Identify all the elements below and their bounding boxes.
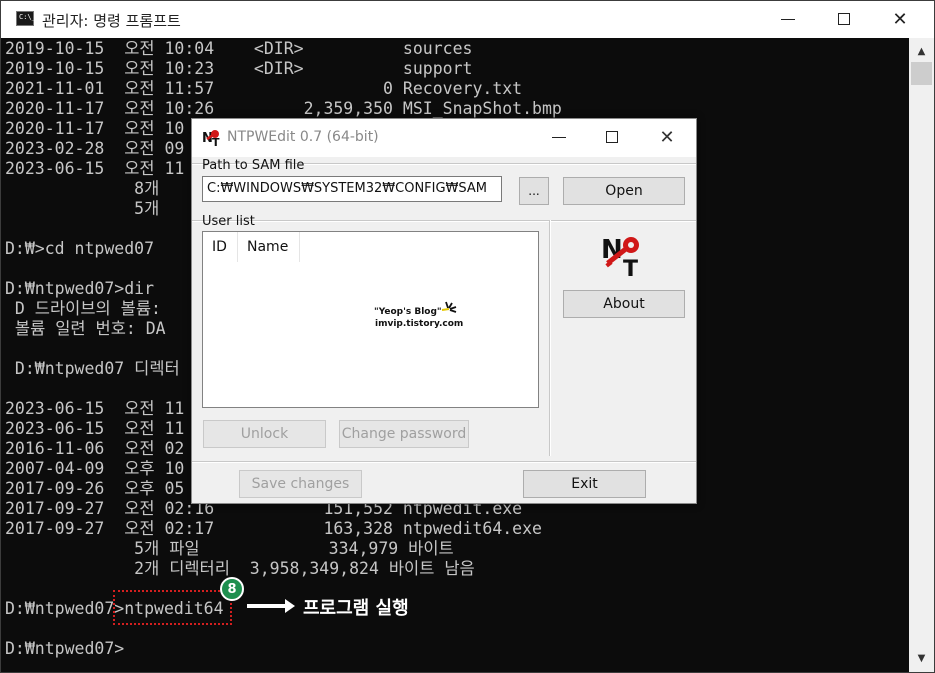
close-icon: ✕ <box>892 8 908 30</box>
unlock-button[interactable]: Unlock <box>203 420 326 448</box>
console-line: 볼륨 일련 번호: DA <box>5 319 166 338</box>
console-line: 2020-11-17 오전 10:26 2,359,350 MSI_SnapSh… <box>5 99 562 118</box>
dialog-title: NTPWEdit 0.7 (64-bit) <box>227 129 379 145</box>
ntpwedit-logo-icon: N T <box>601 235 639 278</box>
sparkle-icon <box>441 301 457 313</box>
scroll-up-arrow-icon[interactable]: ▲ <box>909 41 934 61</box>
highlight-box <box>113 590 232 625</box>
close-icon: ✕ <box>659 126 675 148</box>
console-line: 2016-11-06 오전 02 <box>5 439 185 458</box>
dialog-minimize-button[interactable] <box>536 119 582 155</box>
minimize-icon <box>552 136 566 138</box>
console-line: 5개 <box>5 199 160 218</box>
watermark-line2: imvip.tistory.com <box>375 319 464 329</box>
change-password-button[interactable]: Change password <box>339 420 469 448</box>
maximize-icon <box>838 13 850 25</box>
browse-button[interactable]: ... <box>519 177 549 205</box>
dialog-titlebar[interactable]: N T NTPWEdit 0.7 (64-bit) ✕ <box>192 119 696 157</box>
step-badge: 8 <box>220 577 244 601</box>
console-line: 8개 <box>5 179 160 198</box>
ntpwedit-dialog: N T NTPWEdit 0.7 (64-bit) ✕ Path to SAM … <box>191 118 697 504</box>
column-header-name[interactable]: Name <box>238 232 300 262</box>
divider <box>192 461 696 463</box>
console-line: 2개 디렉터리 3,958,349,824 바이트 남음 <box>5 559 475 578</box>
console-line: 2023-06-15 오전 11 <box>5 419 185 438</box>
annotation-caption: 프로그램 실행 <box>303 598 409 619</box>
console-line: 2023-02-28 오전 09 <box>5 139 185 158</box>
arrow-icon <box>247 599 295 613</box>
open-button[interactable]: Open <box>563 177 685 205</box>
console-line: 2019-10-15 오전 10:23 <DIR> support <box>5 59 473 78</box>
user-list-label: User list <box>202 214 255 229</box>
svg-text:T: T <box>623 257 638 278</box>
console-line: 2017-09-26 오후 05 <box>5 479 185 498</box>
console-line: 2023-06-15 오전 11 <box>5 159 185 178</box>
console-line: D:₩ntpwed07> <box>5 639 125 658</box>
column-header-id[interactable]: ID <box>203 232 238 262</box>
console-line: 2021-11-01 오전 11:57 0 Recovery.txt <box>5 79 523 98</box>
console-line: 5개 파일 334,979 바이트 <box>5 539 454 558</box>
divider <box>192 220 696 222</box>
user-list[interactable]: ID Name "Yeop's Blog" imvip.tistory.com <box>202 231 539 408</box>
watermark-line1: "Yeop's Blog" <box>374 307 442 317</box>
console-line: D:₩ntpwed07 디렉터 <box>5 359 180 378</box>
dialog-maximize-button[interactable] <box>589 119 635 155</box>
maximize-icon <box>606 131 618 143</box>
cmd-window-title: 관리자: 명령 프롬프트 <box>42 12 181 30</box>
console-line: 2020-11-17 오전 10 <box>5 119 185 138</box>
console-line: D:₩>cd ntpwed07 <box>5 239 155 258</box>
save-changes-button[interactable]: Save changes <box>239 470 362 498</box>
vertical-scrollbar[interactable]: ▲ ▼ <box>909 38 934 672</box>
console-app-icon <box>16 11 36 26</box>
dialog-close-button[interactable]: ✕ <box>644 119 690 155</box>
console-line: 2017-09-27 오전 02:17 163,328 ntpwedit64.e… <box>5 519 542 538</box>
sam-path-input[interactable]: C:₩WINDOWS₩SYSTEM32₩CONFIG₩SAM <box>202 176 502 202</box>
console-line: D:₩ntpwed07>dir <box>5 279 155 298</box>
minimize-icon <box>781 18 795 20</box>
console-line: 2007-04-09 오후 10 <box>5 459 185 478</box>
scrollbar-thumb[interactable] <box>911 62 932 85</box>
ntpwedit-app-icon: N T <box>202 130 220 147</box>
cmd-close-button[interactable]: ✕ <box>877 1 923 37</box>
about-button[interactable]: About <box>563 290 685 318</box>
console-line: 2023-06-15 오전 11 <box>5 399 185 418</box>
path-group-label: Path to SAM file <box>202 158 305 173</box>
exit-button[interactable]: Exit <box>523 470 646 498</box>
cmd-minimize-button[interactable] <box>765 1 811 37</box>
console-line: 2019-10-15 오전 10:04 <DIR> sources <box>5 39 473 58</box>
cmd-titlebar[interactable]: 관리자: 명령 프롬프트 ✕ <box>1 1 934 38</box>
divider <box>549 220 551 456</box>
scroll-down-arrow-icon[interactable]: ▼ <box>909 648 934 668</box>
cmd-maximize-button[interactable] <box>821 1 867 37</box>
console-line: D 드라이브의 볼륨: <box>5 299 161 318</box>
